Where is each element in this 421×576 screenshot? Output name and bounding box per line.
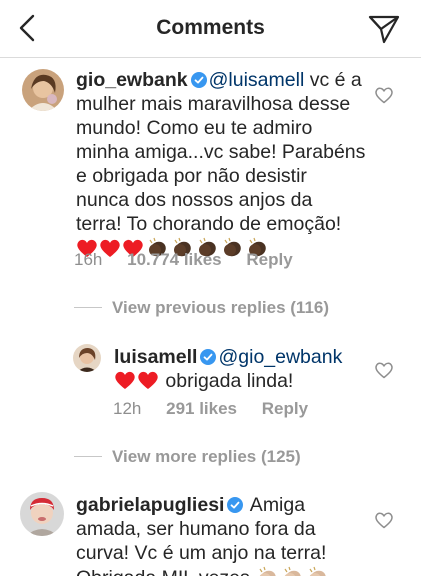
clapping-hands-icon (284, 566, 301, 576)
emoji-row (114, 370, 160, 392)
avatar[interactable] (20, 492, 64, 536)
comment-line: vc é a (304, 69, 362, 91)
page-title: Comments (156, 16, 265, 39)
comment-username[interactable]: gabrielapugliesi (76, 494, 224, 516)
share-button[interactable] (366, 12, 402, 46)
comment-time: 16h (74, 250, 103, 269)
reply-line: obrigada linda! (165, 370, 294, 392)
comment-line: Amiga (245, 494, 306, 516)
comment-line: mulher mais maravilhosa desse (76, 93, 351, 115)
reply-text: luisamell @gio_ewbank obrigada linda! (114, 345, 374, 393)
user-photo (22, 69, 64, 111)
avatar[interactable] (22, 69, 64, 111)
reply-time: 12h (113, 399, 142, 418)
reply-meta: 12h 291 likes Reply (113, 399, 328, 419)
comment-line: curva! Vc é um anjo na terra! (76, 542, 327, 564)
verified-badge-icon (200, 349, 217, 365)
reply-likes[interactable]: 291 likes (166, 399, 237, 418)
clapping-hands-icon (309, 566, 326, 576)
comment-line: mundo! Como eu te admiro (76, 117, 313, 139)
like-heart-icon[interactable] (374, 511, 394, 529)
comment-text: gio_ewbank @luisamell vc é a mulher mais … (76, 68, 376, 261)
clapping-hands-icon (259, 566, 276, 576)
emoji-row (255, 566, 330, 576)
view-previous-replies-link[interactable]: View previous replies (116) (112, 298, 329, 318)
reply-button[interactable]: Reply (246, 250, 292, 269)
reply-mention[interactable]: @gio_ewbank (218, 346, 342, 368)
avatar[interactable] (73, 344, 101, 372)
comment-meta: 16h 10.774 likes Reply (74, 250, 313, 270)
divider (74, 307, 102, 308)
comment-username[interactable]: gio_ewbank (76, 69, 188, 91)
user-photo (73, 344, 101, 372)
comment-line: e obrigada por não desistir (76, 165, 307, 187)
comment-line: minha amiga...vc sabe! Parabéns (76, 141, 366, 163)
red-heart-icon (115, 371, 135, 389)
comment-line: nunca dos nossos anjos da (76, 189, 313, 211)
reply-button[interactable]: Reply (262, 399, 308, 418)
verified-badge-icon (227, 497, 244, 513)
header-bar: Comments (0, 0, 421, 58)
comment-likes[interactable]: 10.774 likes (127, 250, 222, 269)
divider (74, 456, 102, 457)
comment-line: Obrigada MIL vezes (76, 567, 250, 576)
view-more-replies-link[interactable]: View more replies (125) (112, 447, 301, 467)
comment-line: terra! To chorando de emoção! (76, 213, 342, 235)
like-heart-icon[interactable] (374, 86, 394, 104)
paper-plane-icon (368, 15, 400, 44)
red-heart-icon (138, 371, 158, 389)
comment-text: gabrielapugliesi Amiga amada, ser humano… (76, 493, 376, 576)
like-heart-icon[interactable] (374, 361, 394, 379)
comment-line: amada, ser humano fora da (76, 518, 316, 540)
comment-mention[interactable]: @luisamell (209, 69, 305, 91)
verified-badge-icon (190, 72, 207, 88)
user-photo (20, 492, 64, 536)
reply-username[interactable]: luisamell (114, 346, 197, 368)
